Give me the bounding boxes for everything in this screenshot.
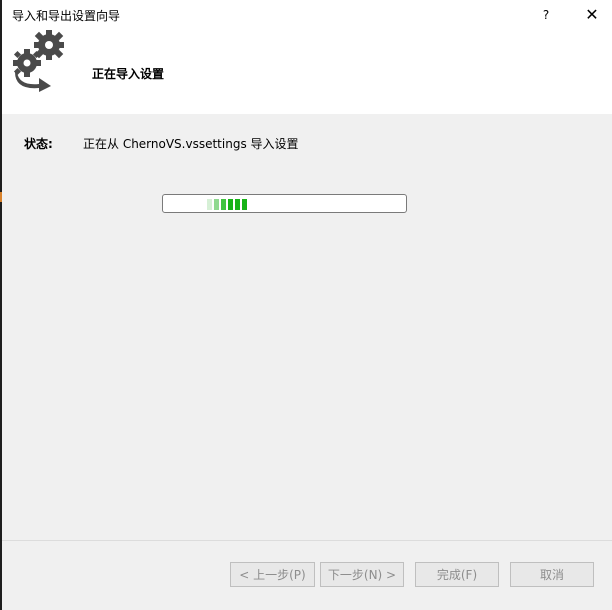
close-button[interactable]: ✕ xyxy=(576,4,608,26)
gears-arrow-icon xyxy=(7,28,71,92)
window-left-edge-accent xyxy=(0,192,2,202)
next-button[interactable]: 下一步(N) > xyxy=(320,562,404,587)
progress-block xyxy=(235,199,240,210)
cancel-button[interactable]: 取消 xyxy=(510,562,594,587)
progress-marquee xyxy=(207,199,247,210)
page-heading: 正在导入设置 xyxy=(92,67,165,81)
progress-block xyxy=(207,199,212,210)
window-title: 导入和导出设置向导 xyxy=(12,9,121,23)
status-label: 状态: xyxy=(24,137,53,151)
import-progress-bar xyxy=(162,194,407,213)
prev-button[interactable]: < 上一步(P) xyxy=(230,562,315,587)
progress-block xyxy=(221,199,226,210)
help-button[interactable]: ? xyxy=(531,4,561,26)
progress-block xyxy=(228,199,233,210)
progress-block xyxy=(214,199,219,210)
status-text: 正在从 ChernoVS.vssettings 导入设置 xyxy=(83,137,299,151)
finish-button[interactable]: 完成(F) xyxy=(415,562,499,587)
progress-block xyxy=(242,199,247,210)
footer-divider xyxy=(2,540,612,541)
wizard-header: 导入和导出设置向导 ? ✕ 正在导入设置 xyxy=(2,0,612,114)
